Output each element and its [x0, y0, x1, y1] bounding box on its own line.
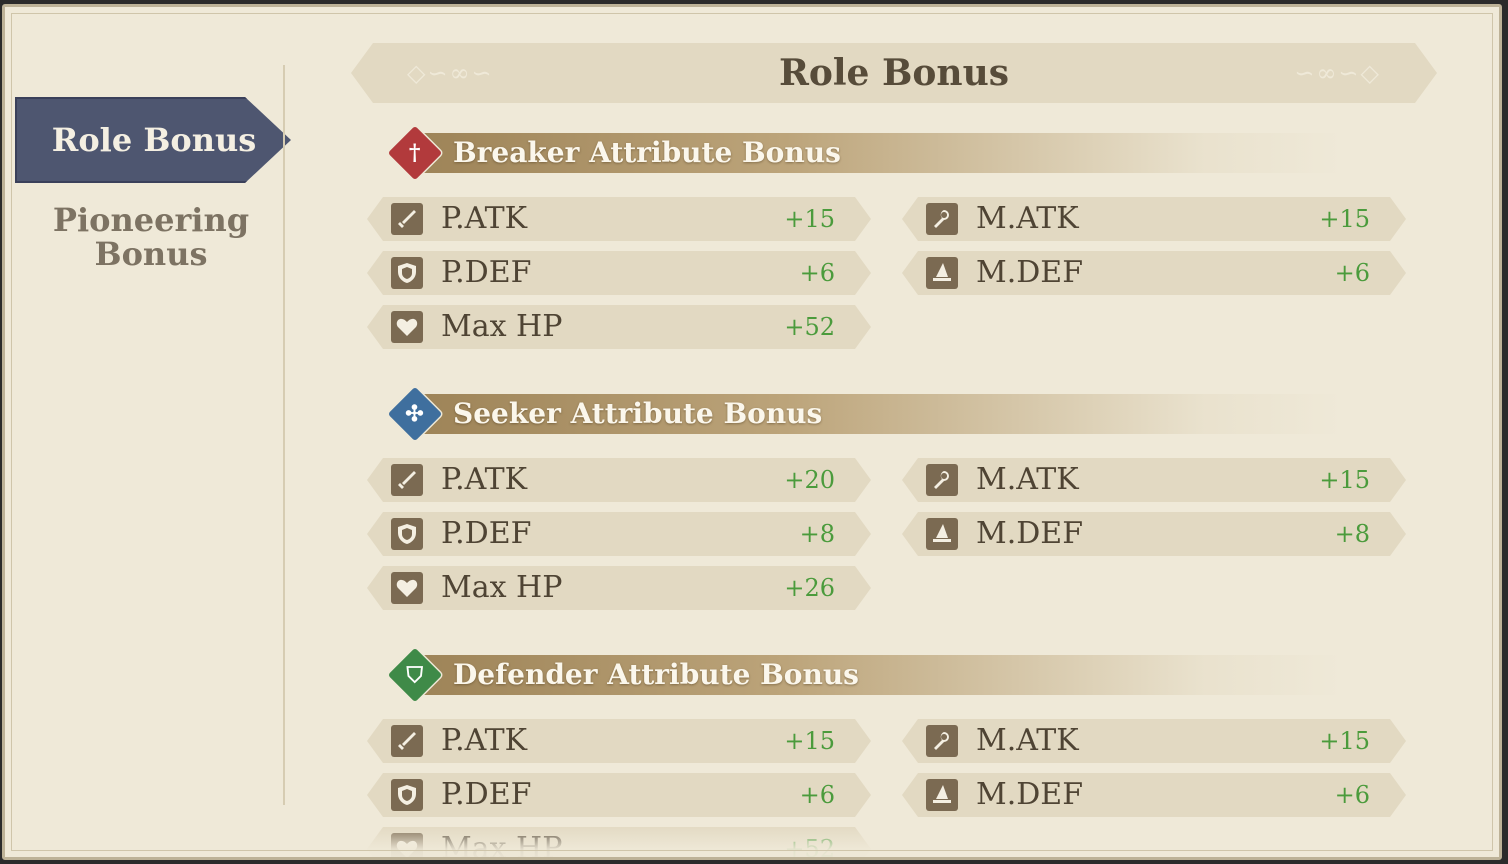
- staff-icon: [926, 725, 958, 757]
- ornament-left-icon: ◇∽∞∽: [407, 59, 494, 87]
- section-title: Breaker Attribute Bonus: [453, 136, 841, 169]
- tab-role-bonus-label: Role Bonus: [51, 121, 257, 159]
- stat-value: +6: [799, 781, 835, 809]
- stat-row-pdef: P.DEF +6: [367, 773, 871, 817]
- stat-row-mdef: M.DEF +6: [902, 773, 1406, 817]
- stat-row-maxhp: Max HP +52: [367, 827, 871, 860]
- section-title: Defender Attribute Bonus: [453, 658, 859, 691]
- stat-label: Max HP: [441, 309, 563, 344]
- wizard-hat-icon: [926, 518, 958, 550]
- stat-value: +6: [1334, 781, 1370, 809]
- stat-value: +15: [784, 727, 835, 755]
- stat-row-pdef: P.DEF +6: [367, 251, 871, 295]
- wizard-hat-icon: [926, 257, 958, 289]
- heart-icon: [391, 311, 423, 343]
- shield-icon: [391, 779, 423, 811]
- stat-label: P.ATK: [441, 201, 528, 236]
- stat-label: P.ATK: [441, 723, 528, 758]
- stat-value: +52: [784, 835, 835, 860]
- stat-value: +8: [799, 520, 835, 548]
- stat-value: +8: [1334, 520, 1370, 548]
- stat-label: M.ATK: [976, 723, 1079, 758]
- ornament-right-icon: ∽∞∽◇: [1294, 59, 1381, 87]
- stat-label: P.DEF: [441, 516, 532, 551]
- shield-icon: [391, 257, 423, 289]
- stat-value: +6: [799, 259, 835, 287]
- wizard-hat-icon: [926, 779, 958, 811]
- stat-label: M.DEF: [976, 516, 1084, 551]
- stat-row-maxhp: Max HP +52: [367, 305, 871, 349]
- stat-label: M.DEF: [976, 255, 1084, 290]
- section-title: Seeker Attribute Bonus: [453, 397, 823, 430]
- stat-row-mdef: M.DEF +8: [902, 512, 1406, 556]
- stat-row-matk: M.ATK +15: [902, 458, 1406, 502]
- page-header: ◇∽∞∽ Role Bonus ∽∞∽◇: [351, 43, 1437, 103]
- stat-value: +26: [784, 574, 835, 602]
- stat-row-mdef: M.DEF +6: [902, 251, 1406, 295]
- stat-label: M.ATK: [976, 462, 1079, 497]
- stat-row-patk: P.ATK +15: [367, 719, 871, 763]
- stat-value: +15: [1319, 466, 1370, 494]
- stat-value: +52: [784, 313, 835, 341]
- stat-value: +20: [784, 466, 835, 494]
- sword-icon: [391, 203, 423, 235]
- staff-icon: [926, 203, 958, 235]
- stat-label: P.DEF: [441, 255, 532, 290]
- stat-row-patk: P.ATK +15: [367, 197, 871, 241]
- stat-label: P.ATK: [441, 462, 528, 497]
- stat-value: +15: [784, 205, 835, 233]
- stat-label: M.ATK: [976, 201, 1079, 236]
- sword-icon: [391, 464, 423, 496]
- sword-icon: [391, 725, 423, 757]
- stat-label: Max HP: [441, 570, 563, 605]
- stat-row-matk: M.ATK +15: [902, 197, 1406, 241]
- stat-value: +15: [1319, 205, 1370, 233]
- staff-icon: [926, 464, 958, 496]
- heart-icon: [391, 572, 423, 604]
- tab-pioneering-bonus[interactable]: Pioneering Bonus: [19, 203, 283, 271]
- shield-icon: [391, 518, 423, 550]
- stat-label: P.DEF: [441, 777, 532, 812]
- stat-label: M.DEF: [976, 777, 1084, 812]
- stat-label: Max HP: [441, 831, 563, 860]
- tab-pioneering-bonus-label: Pioneering Bonus: [52, 201, 250, 273]
- stat-row-matk: M.ATK +15: [902, 719, 1406, 763]
- stat-value: +15: [1319, 727, 1370, 755]
- role-bonus-panel: Role Bonus Pioneering Bonus ◇∽∞∽ Role Bo…: [2, 4, 1502, 860]
- stat-row-patk: P.ATK +20: [367, 458, 871, 502]
- stat-value: +6: [1334, 259, 1370, 287]
- heart-icon: [391, 833, 423, 857]
- sidebar-divider: [283, 65, 285, 805]
- stat-row-pdef: P.DEF +8: [367, 512, 871, 556]
- stat-row-maxhp: Max HP +26: [367, 566, 871, 610]
- page-title: Role Bonus: [778, 52, 1010, 94]
- tab-role-bonus[interactable]: Role Bonus: [15, 97, 291, 183]
